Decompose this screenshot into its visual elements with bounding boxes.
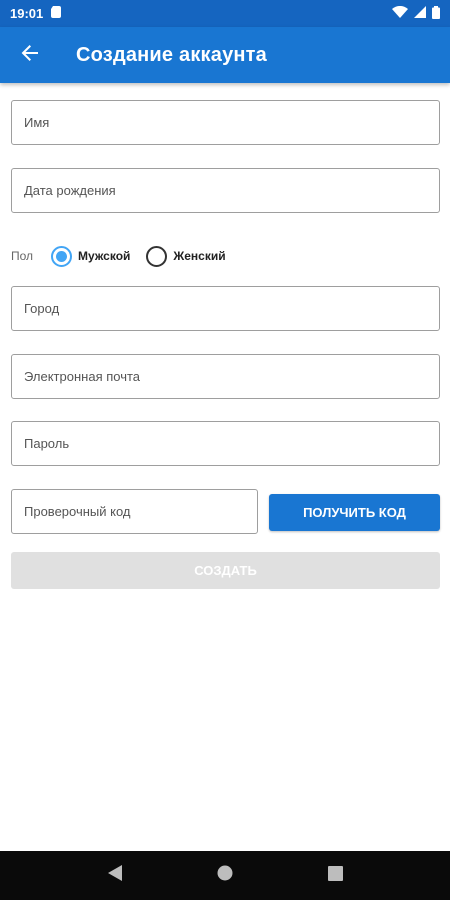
gender-option-label: Женский <box>173 249 226 263</box>
status-bar: 19:01 <box>0 0 450 27</box>
gender-option-female[interactable]: Женский <box>146 245 226 267</box>
name-input[interactable] <box>24 115 427 130</box>
birthdate-input[interactable] <box>24 183 427 198</box>
gender-option-male[interactable]: Мужской <box>51 245 131 267</box>
password-input[interactable] <box>24 436 427 451</box>
gender-option-label: Мужской <box>78 249 131 263</box>
back-button[interactable] <box>0 27 60 83</box>
city-field[interactable] <box>11 286 440 331</box>
back-triangle-icon <box>108 865 122 886</box>
status-icons <box>392 5 440 22</box>
system-nav-bar <box>0 851 450 900</box>
arrow-left-icon <box>21 44 39 67</box>
gender-label: Пол <box>11 249 34 263</box>
verification-code-input[interactable] <box>24 504 245 519</box>
status-time: 19:01 <box>10 6 44 21</box>
nav-back-button[interactable] <box>95 856 135 896</box>
name-field[interactable] <box>11 100 440 145</box>
email-input[interactable] <box>24 369 427 384</box>
sim-card-icon <box>51 6 62 21</box>
battery-icon <box>432 5 440 22</box>
radio-unchecked-icon[interactable] <box>146 245 168 267</box>
recents-square-icon <box>327 865 343 886</box>
nav-home-button[interactable] <box>205 856 245 896</box>
page-title: Создание аккаунта <box>76 43 267 66</box>
verification-code-field[interactable] <box>11 489 258 534</box>
create-button[interactable]: СОЗДАТЬ <box>11 552 440 589</box>
app-bar: Создание аккаунта <box>0 27 450 83</box>
nav-recents-button[interactable] <box>315 856 355 896</box>
radio-checked-icon[interactable] <box>51 245 72 267</box>
wifi-icon <box>392 5 408 21</box>
gender-selector: Пол Мужской Женский <box>11 243 440 269</box>
birthdate-field[interactable] <box>11 168 440 213</box>
signal-icon <box>414 6 426 21</box>
get-code-button[interactable]: ПОЛУЧИТЬ КОД <box>269 494 440 531</box>
password-field[interactable] <box>11 421 440 466</box>
home-circle-icon <box>217 865 233 886</box>
city-input[interactable] <box>24 301 427 316</box>
email-field[interactable] <box>11 354 440 399</box>
